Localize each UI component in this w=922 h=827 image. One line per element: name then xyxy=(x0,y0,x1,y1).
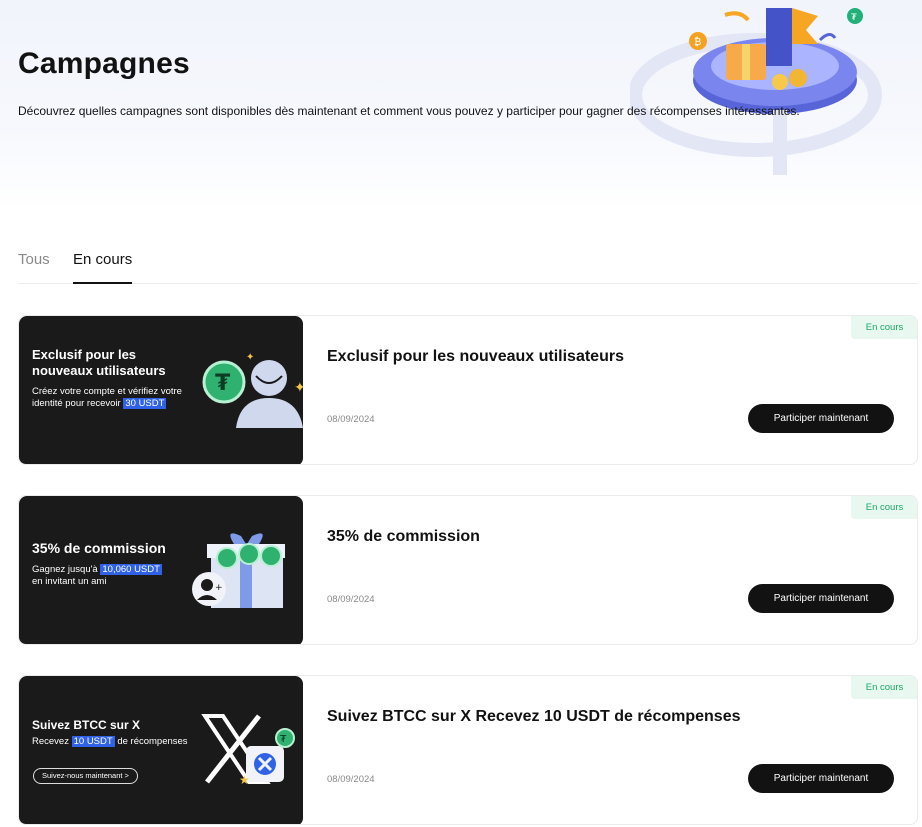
campaign-date: 08/09/2024 xyxy=(327,594,375,605)
campaign-card[interactable]: 35% de commission Gagnez jusqu'à 10,060 … xyxy=(18,495,918,645)
svg-text:₮: ₮ xyxy=(215,371,231,396)
campaign-title[interactable]: Exclusif pour les nouveaux utilisateurs xyxy=(327,348,624,366)
follow-now-pill[interactable]: Suivez-nous maintenant > xyxy=(33,768,138,784)
referral-gift-illustration: + xyxy=(192,533,285,608)
banner-highlight: 10,060 USDT xyxy=(100,564,162,575)
svg-text:+: + xyxy=(215,583,223,593)
campaign-title[interactable]: 35% de commission xyxy=(327,528,480,546)
banner-text: Gagnez jusqu'à 10,060 USDT en invitant un… xyxy=(32,564,162,587)
participate-button[interactable]: Participer maintenant xyxy=(748,404,894,433)
campaign-tabs: Tous En cours xyxy=(18,250,918,284)
tether-coin-icon xyxy=(216,547,238,569)
banner-title: 35% de commission xyxy=(32,540,166,556)
campaign-banner: Exclusif pour les nouveaux utilisateurs … xyxy=(19,316,303,464)
tab-all[interactable]: Tous xyxy=(18,250,50,284)
participate-button[interactable]: Participer maintenant xyxy=(748,764,894,793)
participate-button[interactable]: Participer maintenant xyxy=(748,584,894,613)
status-badge: En cours xyxy=(851,676,917,699)
sparkle-icon: ★ xyxy=(239,773,250,787)
banner-title: Suivez BTCC sur X xyxy=(32,718,141,732)
campaign-title[interactable]: Suivez BTCC sur X Recevez 10 USDT de réc… xyxy=(327,708,741,726)
banner-title: Exclusif pour les nouveaux utilisateurs xyxy=(32,347,166,378)
banner-text: Recevez 10 USDT de récompenses xyxy=(32,736,188,747)
campaign-banner: 35% de commission Gagnez jusqu'à 10,060 … xyxy=(19,496,303,644)
banner-highlight: 10 USDT xyxy=(71,736,115,747)
status-badge: En cours xyxy=(851,316,917,339)
sparkle-icon: ✦ xyxy=(294,380,303,396)
campaign-podium-illustration: ₿ ₮ xyxy=(630,8,882,175)
campaign-banner: Suivez BTCC sur X Recevez 10 USDT de réc… xyxy=(19,676,303,824)
follow-x-illustration: ₮ ★ xyxy=(201,714,295,787)
page-subtitle: Découvrez quelles campagnes sont disponi… xyxy=(18,104,800,118)
user-avatar-icon xyxy=(251,360,287,396)
status-badge: En cours xyxy=(851,496,917,519)
banner-text: Créez votre compte et vérifiez votre ide… xyxy=(32,386,182,409)
svg-text:₿: ₿ xyxy=(694,36,701,48)
campaign-card[interactable]: Suivez BTCC sur X Recevez 10 USDT de réc… xyxy=(18,675,918,825)
svg-text:₮: ₮ xyxy=(280,734,287,745)
campaign-date: 08/09/2024 xyxy=(327,414,375,425)
svg-text:₮: ₮ xyxy=(851,13,857,23)
new-user-illustration: ₮ ✦ ✦ xyxy=(202,352,303,428)
banner-highlight: 30 USDT xyxy=(123,398,167,409)
sparkle-icon: ✦ xyxy=(246,352,254,363)
tether-coin-icon xyxy=(260,545,282,567)
hero-section: ₿ ₮ Campagnes Découvrez quelles campagne… xyxy=(0,0,922,210)
tab-in-progress[interactable]: En cours xyxy=(73,250,133,284)
campaign-card[interactable]: Exclusif pour les nouveaux utilisateurs … xyxy=(18,315,918,465)
page-title: Campagnes xyxy=(18,47,190,80)
tether-coin-icon xyxy=(238,543,260,565)
campaign-date: 08/09/2024 xyxy=(327,774,375,785)
